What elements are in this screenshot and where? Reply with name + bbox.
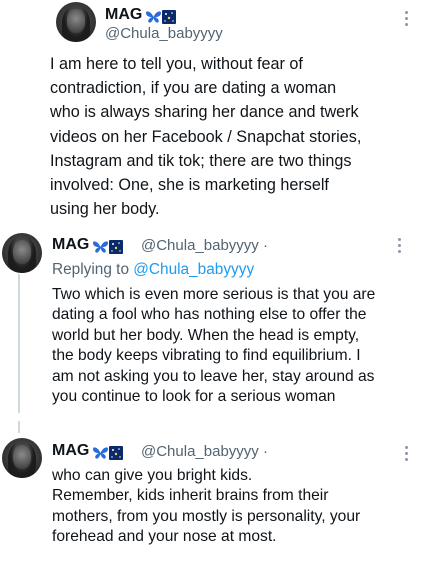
replying-to: Replying to @Chula_babyyyy (52, 261, 254, 279)
handle[interactable]: @Chula_babyyyy · (141, 237, 268, 254)
avatar[interactable] (2, 233, 42, 273)
display-name-text: MAG (52, 442, 90, 459)
blue-butterfly-icon (146, 11, 162, 23)
display-name[interactable]: MAG (105, 6, 177, 26)
display-name-text: MAG (105, 6, 143, 23)
blue-butterfly-icon (93, 241, 109, 253)
more-options-icon[interactable] (405, 11, 409, 29)
thread-line (18, 421, 20, 433)
tweet-text: I am here to tell you, without fear of c… (50, 55, 362, 219)
separator: · (262, 237, 268, 254)
display-name[interactable]: MAG (52, 442, 124, 462)
night-sky-icon (109, 239, 124, 254)
separator: · (262, 443, 268, 460)
tweet-text: who can give you bright kids. Remember, … (52, 467, 361, 546)
display-name[interactable]: MAG (52, 236, 124, 256)
handle[interactable]: @Chula_babyyyy (105, 25, 223, 42)
blue-butterfly-icon (93, 447, 109, 459)
display-name-text: MAG (52, 236, 90, 253)
avatar[interactable] (2, 438, 42, 478)
night-sky-icon (109, 445, 124, 460)
more-options-icon[interactable] (398, 238, 402, 256)
replying-mention-link[interactable]: @Chula_babyyyy (133, 261, 254, 278)
handle-text: @Chula_babyyyy (141, 443, 259, 460)
thread-line (18, 274, 20, 413)
handle-text: @Chula_babyyyy (141, 237, 259, 254)
night-sky-icon (162, 9, 177, 24)
avatar[interactable] (56, 2, 96, 42)
tweet-text: Two which is even more serious is that y… (52, 286, 376, 406)
replying-label: Replying to (52, 261, 129, 278)
handle[interactable]: @Chula_babyyyy · (141, 443, 268, 460)
more-options-icon[interactable] (405, 446, 409, 464)
